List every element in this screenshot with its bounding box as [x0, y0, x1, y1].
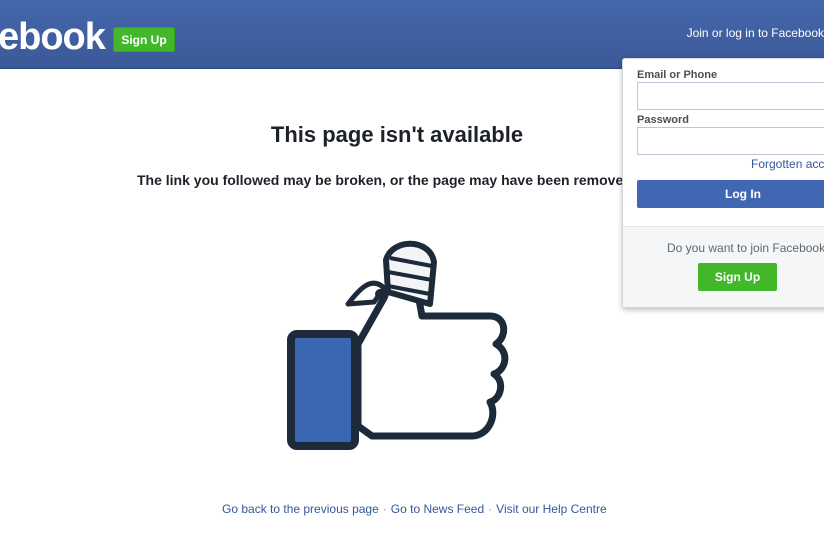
go-back-link[interactable]: Go back to the previous page: [222, 502, 379, 516]
help-centre-link[interactable]: Visit our Help Centre: [496, 502, 607, 516]
thumb-hand: [354, 284, 509, 440]
join-question: Do you want to join Facebook?: [667, 241, 824, 255]
facebook-logo[interactable]: ebook: [0, 14, 106, 60]
page-subtitle: The link you followed may be broken, or …: [137, 172, 636, 188]
forgotten-account-link[interactable]: Forgotten account?: [751, 157, 824, 171]
email-field[interactable]: [637, 82, 824, 110]
log-in-button[interactable]: Log In: [637, 180, 824, 208]
join-or-login-text: Join or log in to Facebook: [686, 26, 824, 40]
footer-separator: ·: [382, 502, 387, 516]
footer-separator: ·: [488, 502, 493, 516]
broken-thumbs-up-icon: [287, 240, 509, 450]
password-field[interactable]: [637, 127, 824, 155]
thumb-cuff: [287, 330, 359, 450]
news-feed-link[interactable]: Go to News Feed: [391, 502, 484, 516]
join-section: Do you want to join Facebook? Sign Up: [623, 226, 824, 307]
footer-links: Go back to the previous page · Go to News …: [222, 502, 607, 516]
panel-signup-button[interactable]: Sign Up: [698, 263, 777, 291]
header-signup-button[interactable]: Sign Up: [113, 27, 175, 52]
password-label: Password: [637, 114, 689, 126]
login-panel: Email or Phone Password Forgotten accoun…: [622, 58, 824, 308]
email-label: Email or Phone: [637, 69, 718, 81]
